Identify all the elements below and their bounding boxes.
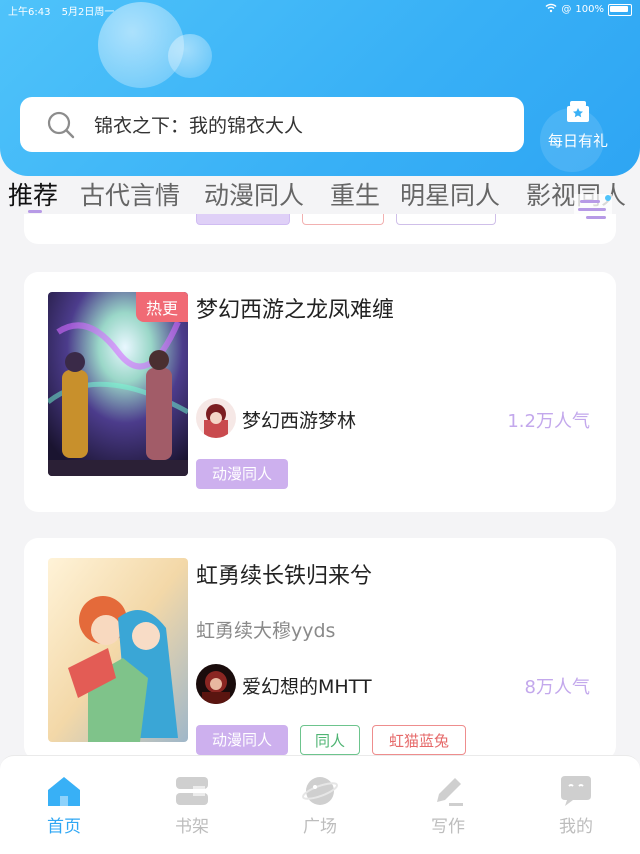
active-tab-indicator xyxy=(28,210,42,213)
nav-mine-label: 我的 xyxy=(559,817,593,837)
tag[interactable]: 虹猫蓝兔 xyxy=(372,725,467,755)
planet-icon xyxy=(301,777,339,805)
header: 上午6:43 5月2日周一 @ 100% 锦衣之下：我的锦衣大人 每日有礼 xyxy=(0,0,640,176)
search-text: 锦衣之下：我的锦衣大人 xyxy=(94,115,304,137)
rotation-lock-icon: @ xyxy=(561,4,572,15)
nav-mine[interactable]: 我的 xyxy=(526,774,626,837)
battery-percent: 100% xyxy=(575,4,604,15)
chat-face-icon xyxy=(561,776,591,806)
tag-list: 动漫同人 xyxy=(196,459,289,489)
status-time: 上午6:43 xyxy=(8,7,51,18)
bottom-nav: 首页 书架 广场 写作 我的 xyxy=(0,755,640,854)
status-bar: 上午6:43 5月2日周一 @ 100% xyxy=(0,0,640,18)
book-title[interactable]: 梦幻西游之龙凤难缠 xyxy=(196,292,394,324)
nav-square[interactable]: 广场 xyxy=(270,774,370,837)
nav-bookshelf-label: 书架 xyxy=(175,817,209,837)
book-cover[interactable] xyxy=(48,558,188,742)
nav-write-label: 写作 xyxy=(431,817,465,837)
nav-bookshelf[interactable]: 书架 xyxy=(142,774,242,837)
tag[interactable]: 动漫同人 xyxy=(196,725,289,755)
hot-badge: 热更 xyxy=(135,292,188,322)
wifi-icon xyxy=(545,3,557,16)
book-card[interactable]: 热更 梦幻西游之龙凤难缠 梦幻西游梦林 1.2万人气 动漫同人 xyxy=(24,272,616,512)
nav-home-label: 首页 xyxy=(47,817,81,837)
category-tabs: 推荐 古代言情 动漫同人 重生 明星同人 影视同人 xyxy=(0,176,640,216)
author-avatar[interactable] xyxy=(196,664,236,704)
status-date: 5月2日周一 xyxy=(61,7,115,18)
tab-celebrity-fanfic[interactable]: 明星同人 xyxy=(400,176,500,212)
pen-icon xyxy=(437,778,463,806)
tab-anime-fanfic[interactable]: 动漫同人 xyxy=(204,176,304,212)
category-menu-button[interactable] xyxy=(574,194,612,226)
book-card[interactable]: 虹勇续长铁归来兮 虹勇续大穆yyds 爱幻想的MHTT 8万人气 动漫同人 同人… xyxy=(24,538,616,760)
gift-icon xyxy=(564,101,592,128)
author-avatar[interactable] xyxy=(196,398,236,438)
search-bar[interactable]: 锦衣之下：我的锦衣大人 xyxy=(20,97,524,152)
popularity: 1.2万人气 xyxy=(507,411,590,432)
decor-bubble xyxy=(168,34,212,78)
book-cover[interactable]: 热更 xyxy=(48,292,188,476)
tab-ancient-romance[interactable]: 古代言情 xyxy=(80,176,180,212)
home-icon xyxy=(48,777,80,806)
search-icon xyxy=(46,110,76,140)
battery-icon xyxy=(608,3,632,16)
author-name[interactable]: 爱幻想的MHTT xyxy=(242,672,372,699)
book-subtitle: 虹勇续大穆yyds xyxy=(196,620,336,642)
nav-square-label: 广场 xyxy=(303,817,337,837)
nav-write[interactable]: 写作 xyxy=(398,774,498,837)
book-title[interactable]: 虹勇续长铁归来兮 xyxy=(196,558,372,590)
tag-list: 动漫同人 同人 虹猫蓝兔 xyxy=(196,725,467,755)
menu-icon xyxy=(574,194,612,226)
nav-home[interactable]: 首页 xyxy=(14,774,114,837)
bookshelf-icon xyxy=(176,777,208,805)
daily-gift-label: 每日有礼 xyxy=(547,132,608,150)
tag[interactable]: 动漫同人 xyxy=(196,459,289,489)
author-name[interactable]: 梦幻西游梦林 xyxy=(242,406,356,433)
tab-recommend[interactable]: 推荐 xyxy=(8,176,58,212)
popularity: 8万人气 xyxy=(524,677,590,698)
tag[interactable]: 同人 xyxy=(300,725,361,755)
daily-gift-button[interactable]: 每日有礼 xyxy=(540,96,616,151)
card-partial[interactable] xyxy=(24,214,616,244)
tab-rebirth[interactable]: 重生 xyxy=(330,176,380,212)
